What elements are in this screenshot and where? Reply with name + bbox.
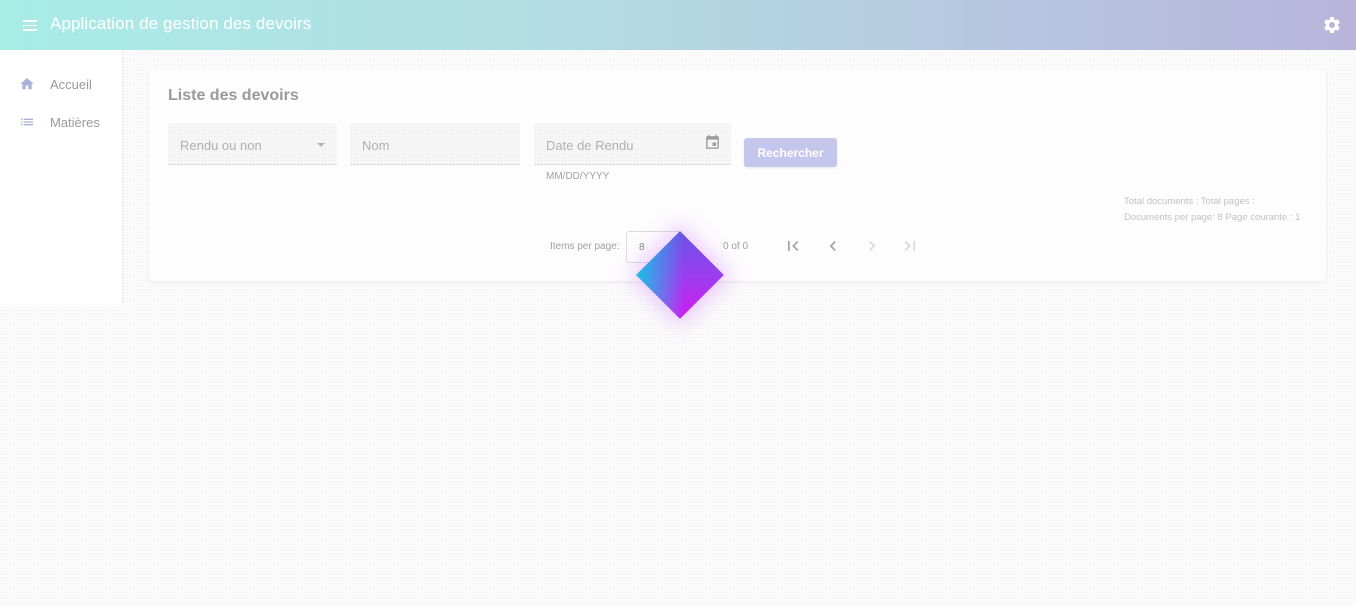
sidebar: Accueil Matières xyxy=(0,50,123,305)
calendar-icon[interactable] xyxy=(704,134,721,151)
stats-line-totals: Total documents : Total pages : xyxy=(1124,196,1255,207)
top-toolbar: Application de gestion des devoirs xyxy=(0,0,1356,50)
sidebar-item-accueil[interactable]: Accueil xyxy=(0,69,122,99)
home-icon xyxy=(19,76,35,92)
chevron-down-icon xyxy=(317,143,325,147)
range-label: 0 of 0 xyxy=(723,241,749,252)
previous-page-icon[interactable] xyxy=(823,236,843,256)
nom-input[interactable]: Nom xyxy=(350,123,520,165)
items-per-page-label: Items per page: xyxy=(550,241,620,252)
menu-icon[interactable] xyxy=(20,17,40,33)
last-page-icon[interactable] xyxy=(900,236,920,256)
stats-line-page: Documents per page: 8 Page courante : 1 xyxy=(1124,212,1301,223)
nom-input-placeholder: Nom xyxy=(362,138,390,153)
rendu-select[interactable]: Rendu ou non xyxy=(168,123,337,165)
documents-stats: Total documents : Total pages : Document… xyxy=(1124,194,1300,226)
rendu-select-placeholder: Rendu ou non xyxy=(180,138,262,153)
first-page-icon[interactable] xyxy=(783,236,803,256)
next-page-icon[interactable] xyxy=(862,236,882,256)
gear-icon[interactable] xyxy=(1322,15,1342,35)
date-input-placeholder: Date de Rendu xyxy=(546,138,634,153)
devoirs-card: Liste des devoirs Rendu ou non Nom Date … xyxy=(149,70,1326,281)
sidebar-item-matieres[interactable]: Matières xyxy=(0,107,122,137)
sidebar-item-label: Matières xyxy=(50,115,100,130)
app-title: Application de gestion des devoirs xyxy=(50,14,312,33)
page-size-value: 8 xyxy=(639,242,645,253)
date-rendu-input[interactable]: Date de Rendu xyxy=(534,123,731,165)
page-title: Liste des devoirs xyxy=(168,87,299,104)
search-button[interactable]: Rechercher xyxy=(744,138,837,167)
date-format-hint: MM/DD/YYYY xyxy=(546,171,610,182)
sidebar-item-label: Accueil xyxy=(50,77,92,92)
list-icon xyxy=(19,114,35,130)
